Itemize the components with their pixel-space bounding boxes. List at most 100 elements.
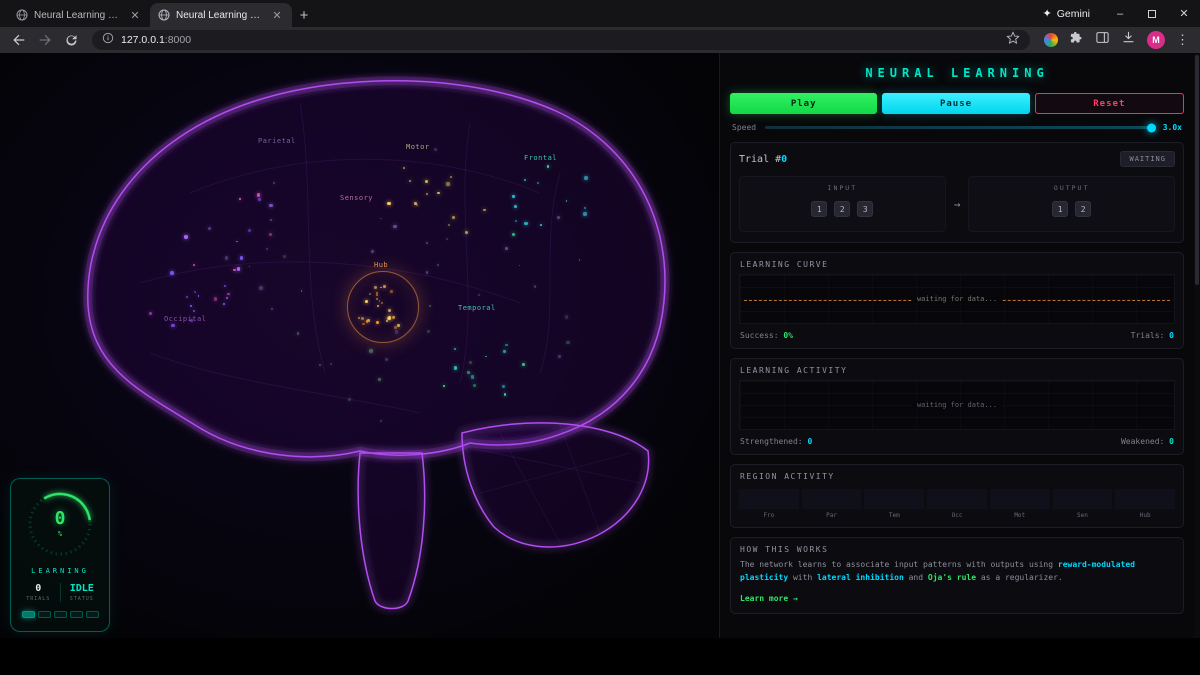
tab-close-icon[interactable]: ✕ (270, 9, 284, 22)
pause-button[interactable]: Pause (882, 93, 1030, 114)
neuron-dot (259, 286, 263, 290)
tab-title: Neural Learning Visualization (176, 9, 264, 21)
neuron-dot (477, 294, 480, 297)
neuron-dot (378, 378, 381, 381)
speed-control: Speed 3.0x (732, 123, 1182, 132)
neuron-dot (546, 165, 550, 168)
playback-controls: Play Pause Reset (730, 93, 1184, 114)
neuron-dot (224, 255, 229, 260)
neuron-dot (192, 309, 195, 312)
neuron-dot (436, 263, 439, 266)
tab-favicon-icon (158, 9, 170, 21)
browser-tab-2-active[interactable]: Neural Learning Visualization ✕ (150, 3, 292, 27)
neuron-dot (296, 332, 300, 335)
region-bar (1115, 489, 1176, 509)
menu-kebab-icon[interactable]: ⋮ (1176, 32, 1189, 48)
neuron-dot (269, 232, 273, 236)
url-bar[interactable]: 127.0.0.1:8000 (92, 30, 1030, 50)
neuron-dot (393, 224, 397, 228)
scrollbar[interactable] (1194, 53, 1200, 638)
brain-canvas[interactable]: Motor Frontal Parietal Sensory Occipital Hub T… (0, 53, 720, 638)
success-value: 0% (783, 331, 793, 340)
input-node[interactable]: 3 (857, 201, 874, 217)
bookmark-star-icon[interactable] (1006, 31, 1020, 50)
neuron-dot (148, 311, 152, 315)
reset-button[interactable]: Reset (1034, 93, 1184, 114)
side-panel-icon[interactable] (1095, 30, 1110, 50)
maximize-button[interactable] (1136, 0, 1168, 27)
trial-label: Trial #0 (739, 153, 788, 165)
neuron-dot (446, 182, 450, 186)
input-node[interactable]: 2 (834, 201, 851, 217)
neuron-dot (347, 398, 351, 401)
gauge-ring: 0 % (23, 487, 97, 561)
minimize-button[interactable]: – (1104, 0, 1136, 27)
neuron-dot (533, 285, 536, 288)
learn-more-link[interactable]: Learn more → (731, 585, 1183, 613)
neuron-dot (403, 166, 406, 169)
download-icon[interactable] (1121, 30, 1136, 50)
new-tab-button[interactable]: + (292, 3, 316, 27)
forward-icon[interactable] (34, 29, 56, 51)
input-nodes: 123 (811, 201, 874, 217)
output-node[interactable]: 2 (1075, 201, 1092, 217)
brain-region-label: Parietal (258, 137, 296, 145)
neuron-dot (369, 349, 373, 353)
trials-stat: Trials: 0 (1130, 331, 1174, 340)
brain-region-label: Temporal (458, 304, 496, 312)
neuron-dot (223, 284, 226, 287)
neuron-dot (238, 197, 241, 200)
neuron-dot (170, 271, 174, 275)
control-panel: NEURAL LEARNING Play Pause Reset Speed 3… (720, 53, 1194, 638)
region-bar (801, 489, 862, 509)
region-activity-title: REGION ACTIVITY (740, 472, 835, 481)
input-box: INPUT 123 (739, 176, 946, 232)
trials-value: 0 (1169, 331, 1174, 340)
scrollbar-thumb[interactable] (1195, 55, 1199, 285)
neuron-dot (424, 180, 428, 184)
extensions-puzzle-icon[interactable] (1069, 30, 1084, 50)
neuron-dot (425, 242, 428, 244)
how-it-works-card: HOW THIS WORKS The network learns to ass… (730, 537, 1184, 614)
neuron-dot (437, 191, 440, 194)
neuron-dot (452, 215, 456, 219)
browser-tab-1[interactable]: Neural Learning Visualization ✕ (8, 3, 150, 27)
speed-slider-fill (765, 126, 1154, 129)
browser-toolbar: 127.0.0.1:8000 M ⋮ (0, 27, 1200, 53)
gemini-brand: ✦ Gemini (1043, 0, 1090, 27)
profile-avatar[interactable]: M (1147, 31, 1165, 49)
region-bar-label: Fro (763, 512, 775, 519)
reload-icon[interactable] (60, 29, 82, 51)
neuron-dot (537, 182, 539, 184)
neuron-dot (505, 246, 509, 250)
neuron-dot (467, 371, 471, 374)
speed-slider[interactable] (765, 123, 1156, 132)
neuron-dot (227, 293, 230, 296)
neuron-dot (539, 224, 542, 226)
extension-icon[interactable] (1044, 33, 1058, 47)
tab-title: Neural Learning Visualization (34, 9, 122, 21)
neuron-dot (557, 215, 560, 219)
learning-curve-title: LEARNING CURVE (740, 260, 829, 269)
brain-region-label: Hub (374, 261, 389, 269)
gauge-unit: % (57, 530, 63, 538)
speed-slider-knob[interactable] (1146, 123, 1156, 132)
back-icon[interactable] (8, 29, 30, 51)
neuron-dot (269, 219, 272, 221)
output-node[interactable]: 1 (1052, 201, 1069, 217)
learning-curve-chart: waiting for data... (739, 274, 1175, 324)
close-button[interactable]: ✕ (1168, 0, 1200, 27)
region-bar-labels: Fro Par Tem Occ Mot Sen Hub (731, 509, 1183, 527)
region-bar (989, 489, 1050, 509)
region-bar-label: Occ (951, 512, 963, 519)
neuron-dot (514, 204, 518, 208)
brain-region-label: Frontal (524, 154, 558, 162)
input-node[interactable]: 1 (811, 201, 828, 217)
gauge-progress-pips (21, 611, 99, 618)
neuron-dot (470, 375, 475, 379)
learning-activity-card: LEARNING ACTIVITY waiting for data... St… (730, 358, 1184, 455)
site-info-icon[interactable] (102, 31, 114, 49)
play-button[interactable]: Play (730, 93, 878, 114)
tab-close-icon[interactable]: ✕ (128, 9, 142, 22)
neuron-dot (192, 264, 195, 267)
